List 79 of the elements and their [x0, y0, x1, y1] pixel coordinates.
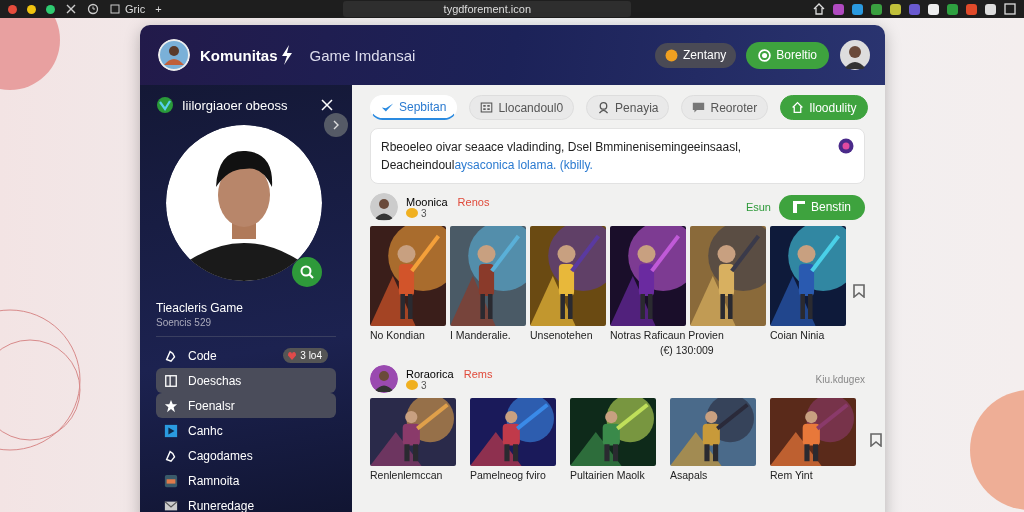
coin-icon	[664, 48, 678, 62]
text-link[interactable]: aysaconica lolama. (kbilly.	[454, 158, 593, 172]
star-icon	[164, 398, 178, 413]
user-icon	[597, 101, 611, 114]
extension-icon[interactable]	[928, 3, 939, 15]
play-icon	[164, 423, 178, 438]
emoji-icon	[406, 380, 418, 390]
avatar-icon[interactable]	[370, 193, 398, 221]
coin-pill[interactable]: Zentany	[654, 42, 737, 68]
logo-icon	[156, 96, 174, 114]
item-title[interactable]: No Kondian	[370, 329, 425, 341]
item-meta: (€) 130:009	[660, 344, 714, 356]
item-title[interactable]: I Manderalie.	[450, 329, 511, 341]
address-bar[interactable]: tygdforement.icon	[343, 1, 632, 17]
post-text: Rbeoeleo oivar seaace vladinding, Dsel Bmminenisemingeeinsaasl, Deacheindoulaysaconica lolama. (kbilly.	[381, 139, 743, 174]
close-icon[interactable]	[65, 3, 77, 15]
brand-name: Komunitas	[200, 46, 278, 64]
sidebar-item[interactable]: Ramnoita	[156, 468, 336, 493]
close-window-dot[interactable]	[8, 4, 17, 14]
count-badge: 3 lo4	[283, 348, 328, 363]
chevron-icon	[332, 120, 340, 130]
user-name[interactable]: Roraorica	[406, 367, 454, 380]
sidebar-item[interactable]: Foenalsr	[156, 393, 336, 418]
item-title[interactable]: Coian Ninia	[770, 329, 825, 341]
user-name[interactable]: Moonica	[406, 195, 448, 208]
tab[interactable]: Sepbitan	[370, 95, 458, 120]
orb-icon[interactable]	[838, 138, 854, 154]
heart-icon	[287, 350, 298, 361]
grid-icon	[480, 101, 494, 114]
panel-icon	[164, 373, 178, 388]
bolt-icon	[279, 45, 294, 65]
sidebar-item[interactable]: Code 3 lo4	[156, 343, 336, 368]
reaction-count: 3	[421, 379, 427, 391]
item-title[interactable]: Unsenotehen	[530, 329, 593, 341]
post-note: Kiu.kdugex	[815, 373, 865, 385]
item-title[interactable]: Renlenlemccan	[370, 469, 443, 481]
search-icon	[299, 264, 315, 280]
sidebar-item[interactable]: Cagodames	[156, 443, 336, 468]
tab[interactable]: Llocandoul0	[469, 95, 575, 120]
mail-icon	[164, 498, 178, 512]
next-button[interactable]	[324, 113, 348, 137]
item-title[interactable]: Asapals	[670, 469, 708, 481]
maximize-window-dot[interactable]	[46, 4, 55, 14]
avatar-icon[interactable]	[839, 39, 871, 71]
reaction-count: 3	[421, 207, 427, 219]
window-icon[interactable]	[1004, 3, 1016, 15]
bookmark-icon[interactable]	[853, 284, 865, 298]
user-tag: Renos	[457, 195, 490, 208]
tab-icon	[109, 3, 121, 15]
home-icon[interactable]	[813, 3, 825, 15]
sidebar-item[interactable]: Canhc	[156, 418, 336, 443]
avatar-icon[interactable]	[370, 365, 398, 393]
page-subtitle: Game Imdansai	[309, 46, 416, 64]
record-icon	[758, 48, 772, 62]
user-tag: Rems	[463, 367, 493, 380]
item-title[interactable]: Rem Yint	[770, 469, 813, 481]
clock-icon[interactable]	[87, 3, 99, 15]
item-title[interactable]: Pultairien Maolk	[570, 469, 645, 481]
item-title[interactable]: Notras Raficaun Provien	[610, 329, 724, 341]
tab[interactable]: Reoroter	[681, 95, 769, 120]
new-tab-button[interactable]: +	[155, 3, 162, 15]
home-icon	[791, 101, 805, 114]
profile-name: Tieacleris Game	[156, 301, 244, 315]
item-title[interactable]: Pamelneog fviro	[470, 469, 546, 481]
extension-icon[interactable]	[890, 3, 901, 15]
tab[interactable]: Penayia	[586, 95, 670, 120]
extension-icon[interactable]	[985, 3, 996, 15]
search-button[interactable]	[292, 257, 322, 287]
game-icon	[164, 473, 178, 488]
emoji-icon	[406, 208, 418, 218]
sidebar-title: Iiilorgiaoer obeoss	[182, 97, 288, 113]
avatar-icon[interactable]	[158, 39, 190, 71]
sidebar-item[interactable]: Doeschas	[156, 368, 336, 393]
bookmark-icon[interactable]	[870, 432, 882, 447]
chat-icon	[692, 101, 706, 114]
minimize-window-dot[interactable]	[27, 4, 36, 14]
profile-meta: Soencis 529	[156, 317, 213, 328]
browser-tab[interactable]: Gric	[125, 3, 146, 15]
sidebar-item[interactable]: Runeredage	[156, 493, 336, 512]
